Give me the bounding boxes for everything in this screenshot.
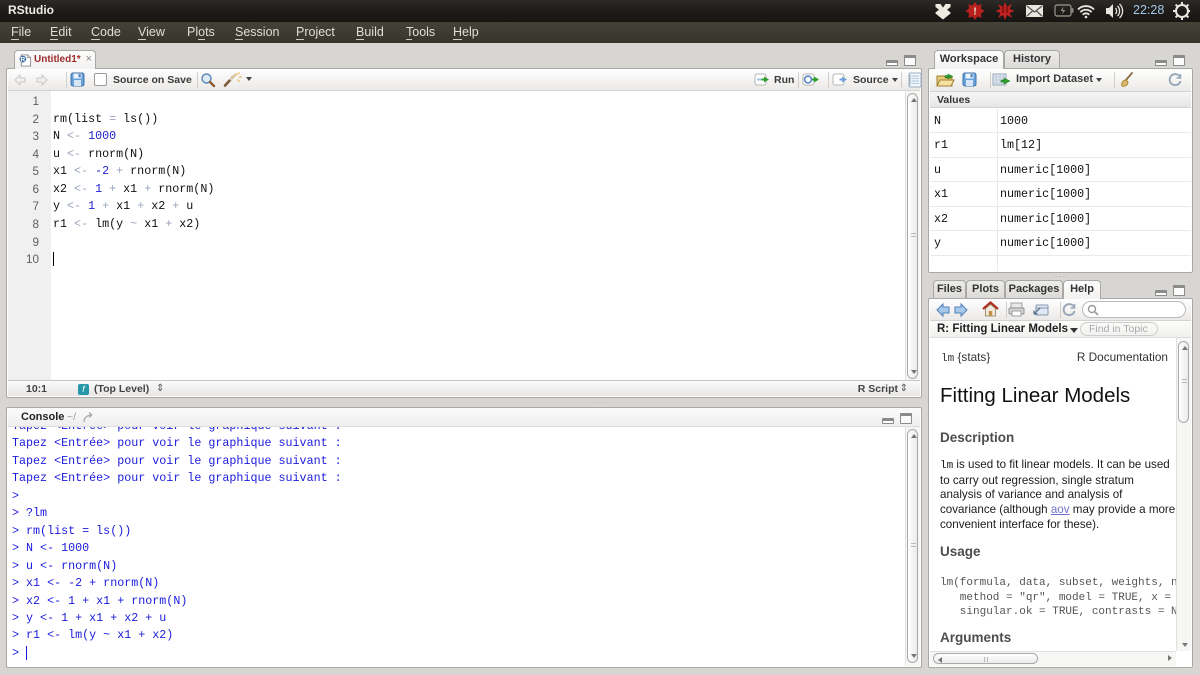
svg-text:R: R [21,56,26,63]
svg-text:!: ! [973,7,976,18]
